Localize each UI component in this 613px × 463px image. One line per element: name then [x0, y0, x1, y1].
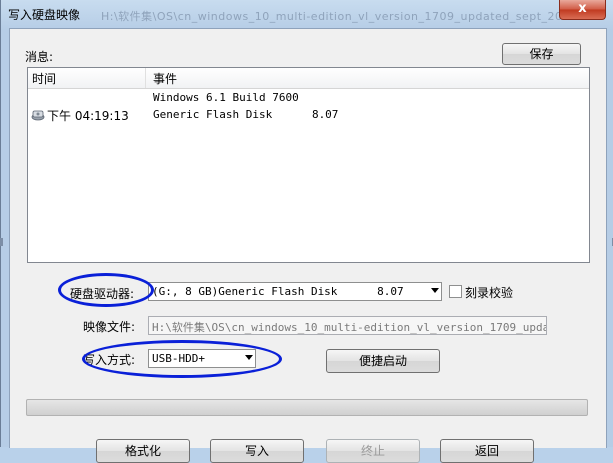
drive-select-value: (G:, 8 GB)Generic Flash Disk 8.07 — [152, 285, 404, 298]
image-file-field[interactable]: H:\软件集\OS\cn_windows_10_multi-edition_vl… — [148, 316, 547, 335]
row-time-text: 下午 04:19:13 — [47, 109, 129, 123]
column-header-time[interactable]: 时间 — [32, 70, 56, 87]
dialog-window: 写入硬盘映像 H:\软件集\OS\cn_windows_10_multi-edi… — [0, 0, 613, 463]
write-method-select[interactable]: USB-HDD+ — [148, 349, 256, 368]
image-file-value: H:\软件集\OS\cn_windows_10_multi-edition_vl… — [152, 321, 547, 334]
write-button[interactable]: 写入 — [210, 439, 304, 463]
progress-bar — [26, 399, 588, 416]
image-file-label: 映像文件: — [83, 320, 136, 334]
drive-label: 硬盘驱动器: — [70, 287, 135, 301]
chevron-down-icon — [431, 288, 439, 293]
list-header: 时间 事件 — [28, 68, 589, 89]
format-button[interactable]: 格式化 — [96, 439, 190, 463]
save-button[interactable]: 保存 — [502, 43, 581, 65]
list-row[interactable]: Windows 6.1 Build 7600 — [28, 90, 588, 106]
column-divider[interactable] — [145, 68, 146, 88]
close-button[interactable]: x — [559, 0, 606, 20]
disk-icon — [31, 108, 45, 124]
write-method-value: USB-HDD+ — [152, 352, 205, 365]
messages-label: 消息: — [25, 50, 54, 64]
abort-button[interactable]: 终止 — [326, 439, 420, 463]
write-method-label: 写入方式: — [83, 353, 136, 367]
resize-handle-left[interactable] — [0, 238, 3, 246]
row-event: Windows 6.1 Build 7600 — [153, 91, 299, 104]
back-button[interactable]: 返回 — [440, 439, 534, 463]
window-title: 写入硬盘映像 — [8, 8, 81, 22]
message-list[interactable]: 时间 事件 Windows 6.1 Build 7600 下午 04:19:13… — [27, 67, 590, 263]
verify-checkbox[interactable] — [449, 285, 462, 298]
title-background-text: H:\软件集\OS\cn_windows_10_multi-edition_vl… — [101, 10, 578, 23]
dialog-body: 消息: 保存 时间 事件 Windows 6.1 Build 7600 下午 0… — [9, 28, 607, 463]
title-bar[interactable]: 写入硬盘映像 H:\软件集\OS\cn_windows_10_multi-edi… — [1, 0, 613, 28]
verify-label: 刻录校验 — [465, 286, 514, 300]
chevron-down-icon — [245, 355, 253, 360]
list-row[interactable]: 下午 04:19:13 Generic Flash Disk 8.07 — [28, 106, 588, 124]
column-header-event[interactable]: 事件 — [153, 70, 177, 87]
drive-select[interactable]: (G:, 8 GB)Generic Flash Disk 8.07 — [148, 282, 442, 301]
quick-boot-button[interactable]: 便捷启动 — [326, 349, 440, 373]
close-icon: x — [578, 1, 587, 16]
row-event: Generic Flash Disk 8.07 — [153, 108, 339, 121]
